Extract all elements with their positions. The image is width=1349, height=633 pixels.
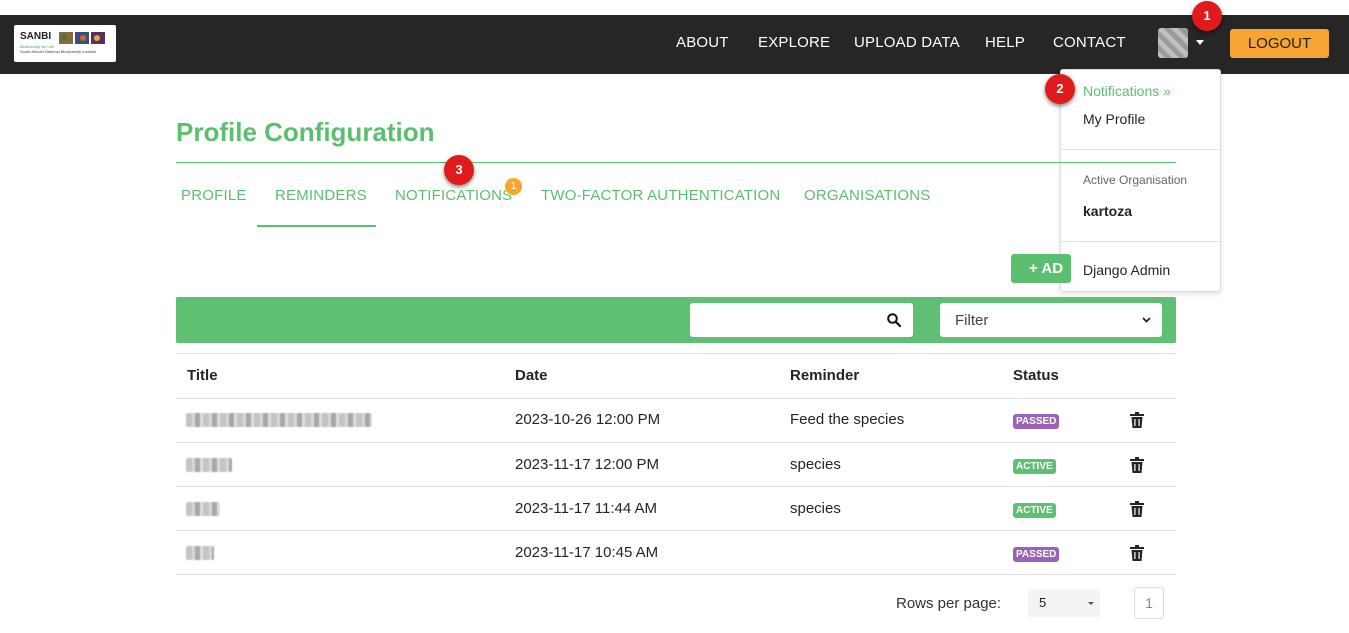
row-divider: [176, 574, 1176, 575]
redacted-title: [186, 458, 232, 472]
trash-icon[interactable]: [1130, 545, 1144, 561]
rows-per-page-select[interactable]: 5: [1028, 589, 1100, 617]
menu-divider: [1061, 149, 1220, 150]
status-badge: PASSED: [1013, 547, 1060, 562]
nav-about[interactable]: ABOUT: [676, 34, 729, 51]
menu-item-my-profile[interactable]: My Profile: [1083, 111, 1145, 127]
filter-label: Filter: [955, 312, 989, 329]
chevron-down-icon: [1142, 317, 1151, 323]
logo-caption: South African National Biodiversity Inst…: [20, 49, 97, 54]
row-divider: [176, 442, 1176, 443]
status-badge: PASSED: [1013, 414, 1060, 429]
logo-text: SANBI: [20, 31, 52, 42]
nav-help[interactable]: HELP: [985, 34, 1025, 51]
nav-contact[interactable]: CONTACT: [1053, 34, 1126, 51]
tab-organisations[interactable]: ORGANISATIONS: [804, 187, 931, 204]
trash-icon[interactable]: [1130, 457, 1144, 473]
row-1-date: 2023-10-26 12:00 PM: [515, 411, 661, 428]
title-divider: [176, 162, 1176, 163]
chevron-down-icon[interactable]: [1196, 40, 1204, 45]
column-header-date[interactable]: Date: [515, 367, 548, 384]
add-reminder-button[interactable]: + AD: [1011, 254, 1071, 283]
filter-select[interactable]: Filter: [940, 303, 1162, 337]
column-header-title[interactable]: Title: [187, 367, 218, 384]
status-badge: ACTIVE: [1013, 503, 1056, 518]
page-number-button[interactable]: 1: [1134, 587, 1164, 619]
step-marker-3: 3: [444, 155, 474, 185]
user-dropdown-menu: Notifications » My Profile Active Organi…: [1060, 69, 1221, 292]
active-tab-indicator: [257, 225, 376, 227]
nav-upload-data[interactable]: UPLOAD DATA: [854, 34, 960, 51]
menu-item-django-admin[interactable]: Django Admin: [1083, 262, 1170, 278]
top-spacer: [0, 0, 1349, 15]
row-divider: [176, 398, 1176, 399]
logo-tile-icon: [59, 32, 73, 44]
status-badge: ACTIVE: [1013, 459, 1056, 474]
row-3-date: 2023-11-17 11:44 AM: [515, 500, 658, 517]
trash-icon[interactable]: [1130, 501, 1144, 517]
caret-down-icon: [1088, 602, 1094, 605]
rows-per-page-value: 5: [1039, 595, 1047, 610]
row-1-reminder: Feed the species: [790, 411, 905, 428]
search-icon[interactable]: [887, 313, 901, 327]
table-toolbar: Filter: [176, 297, 1176, 343]
menu-item-notifications[interactable]: Notifications »: [1083, 83, 1171, 99]
table-top-border: [176, 353, 1176, 354]
row-2-reminder: species: [790, 456, 841, 473]
rows-per-page-label: Rows per page:: [896, 595, 1002, 612]
row-divider: [176, 486, 1176, 487]
navbar: SANBI Biodiversity for Life South Africa…: [0, 15, 1349, 74]
active-org-value[interactable]: kartoza: [1083, 203, 1132, 219]
column-header-reminder[interactable]: Reminder: [790, 367, 859, 384]
tab-profile[interactable]: PROFILE: [181, 187, 247, 204]
column-header-status[interactable]: Status: [1013, 367, 1059, 384]
add-button-label: + AD: [1029, 260, 1064, 277]
notifications-count-badge: 1: [505, 178, 522, 195]
sanbi-logo[interactable]: SANBI Biodiversity for Life South Africa…: [14, 25, 116, 62]
tab-two-factor-authentication[interactable]: TWO-FACTOR AUTHENTICATION: [541, 187, 780, 204]
nav-explore[interactable]: EXPLORE: [758, 34, 830, 51]
tab-reminders[interactable]: REMINDERS: [275, 187, 367, 204]
step-marker-1: 1: [1192, 1, 1222, 31]
row-4-date: 2023-11-17 10:45 AM: [515, 544, 659, 561]
logo-tile-icon: [75, 32, 89, 44]
row-divider: [176, 530, 1176, 531]
redacted-title: [186, 502, 220, 516]
redacted-title: [186, 413, 372, 427]
tab-notifications[interactable]: NOTIFICATIONS: [395, 187, 512, 204]
redacted-title: [186, 546, 214, 560]
trash-icon[interactable]: [1130, 412, 1144, 428]
menu-divider: [1061, 241, 1220, 242]
search-input[interactable]: [690, 303, 913, 337]
row-2-date: 2023-11-17 12:00 PM: [515, 456, 659, 473]
user-avatar[interactable]: [1158, 28, 1188, 58]
active-org-label: Active Organisation: [1083, 173, 1188, 187]
logo-tile-icon: [91, 32, 105, 44]
logout-button[interactable]: LOGOUT: [1230, 29, 1329, 58]
page-title: Profile Configuration: [176, 117, 435, 147]
row-3-reminder: species: [790, 500, 841, 517]
step-marker-2: 2: [1045, 74, 1075, 104]
